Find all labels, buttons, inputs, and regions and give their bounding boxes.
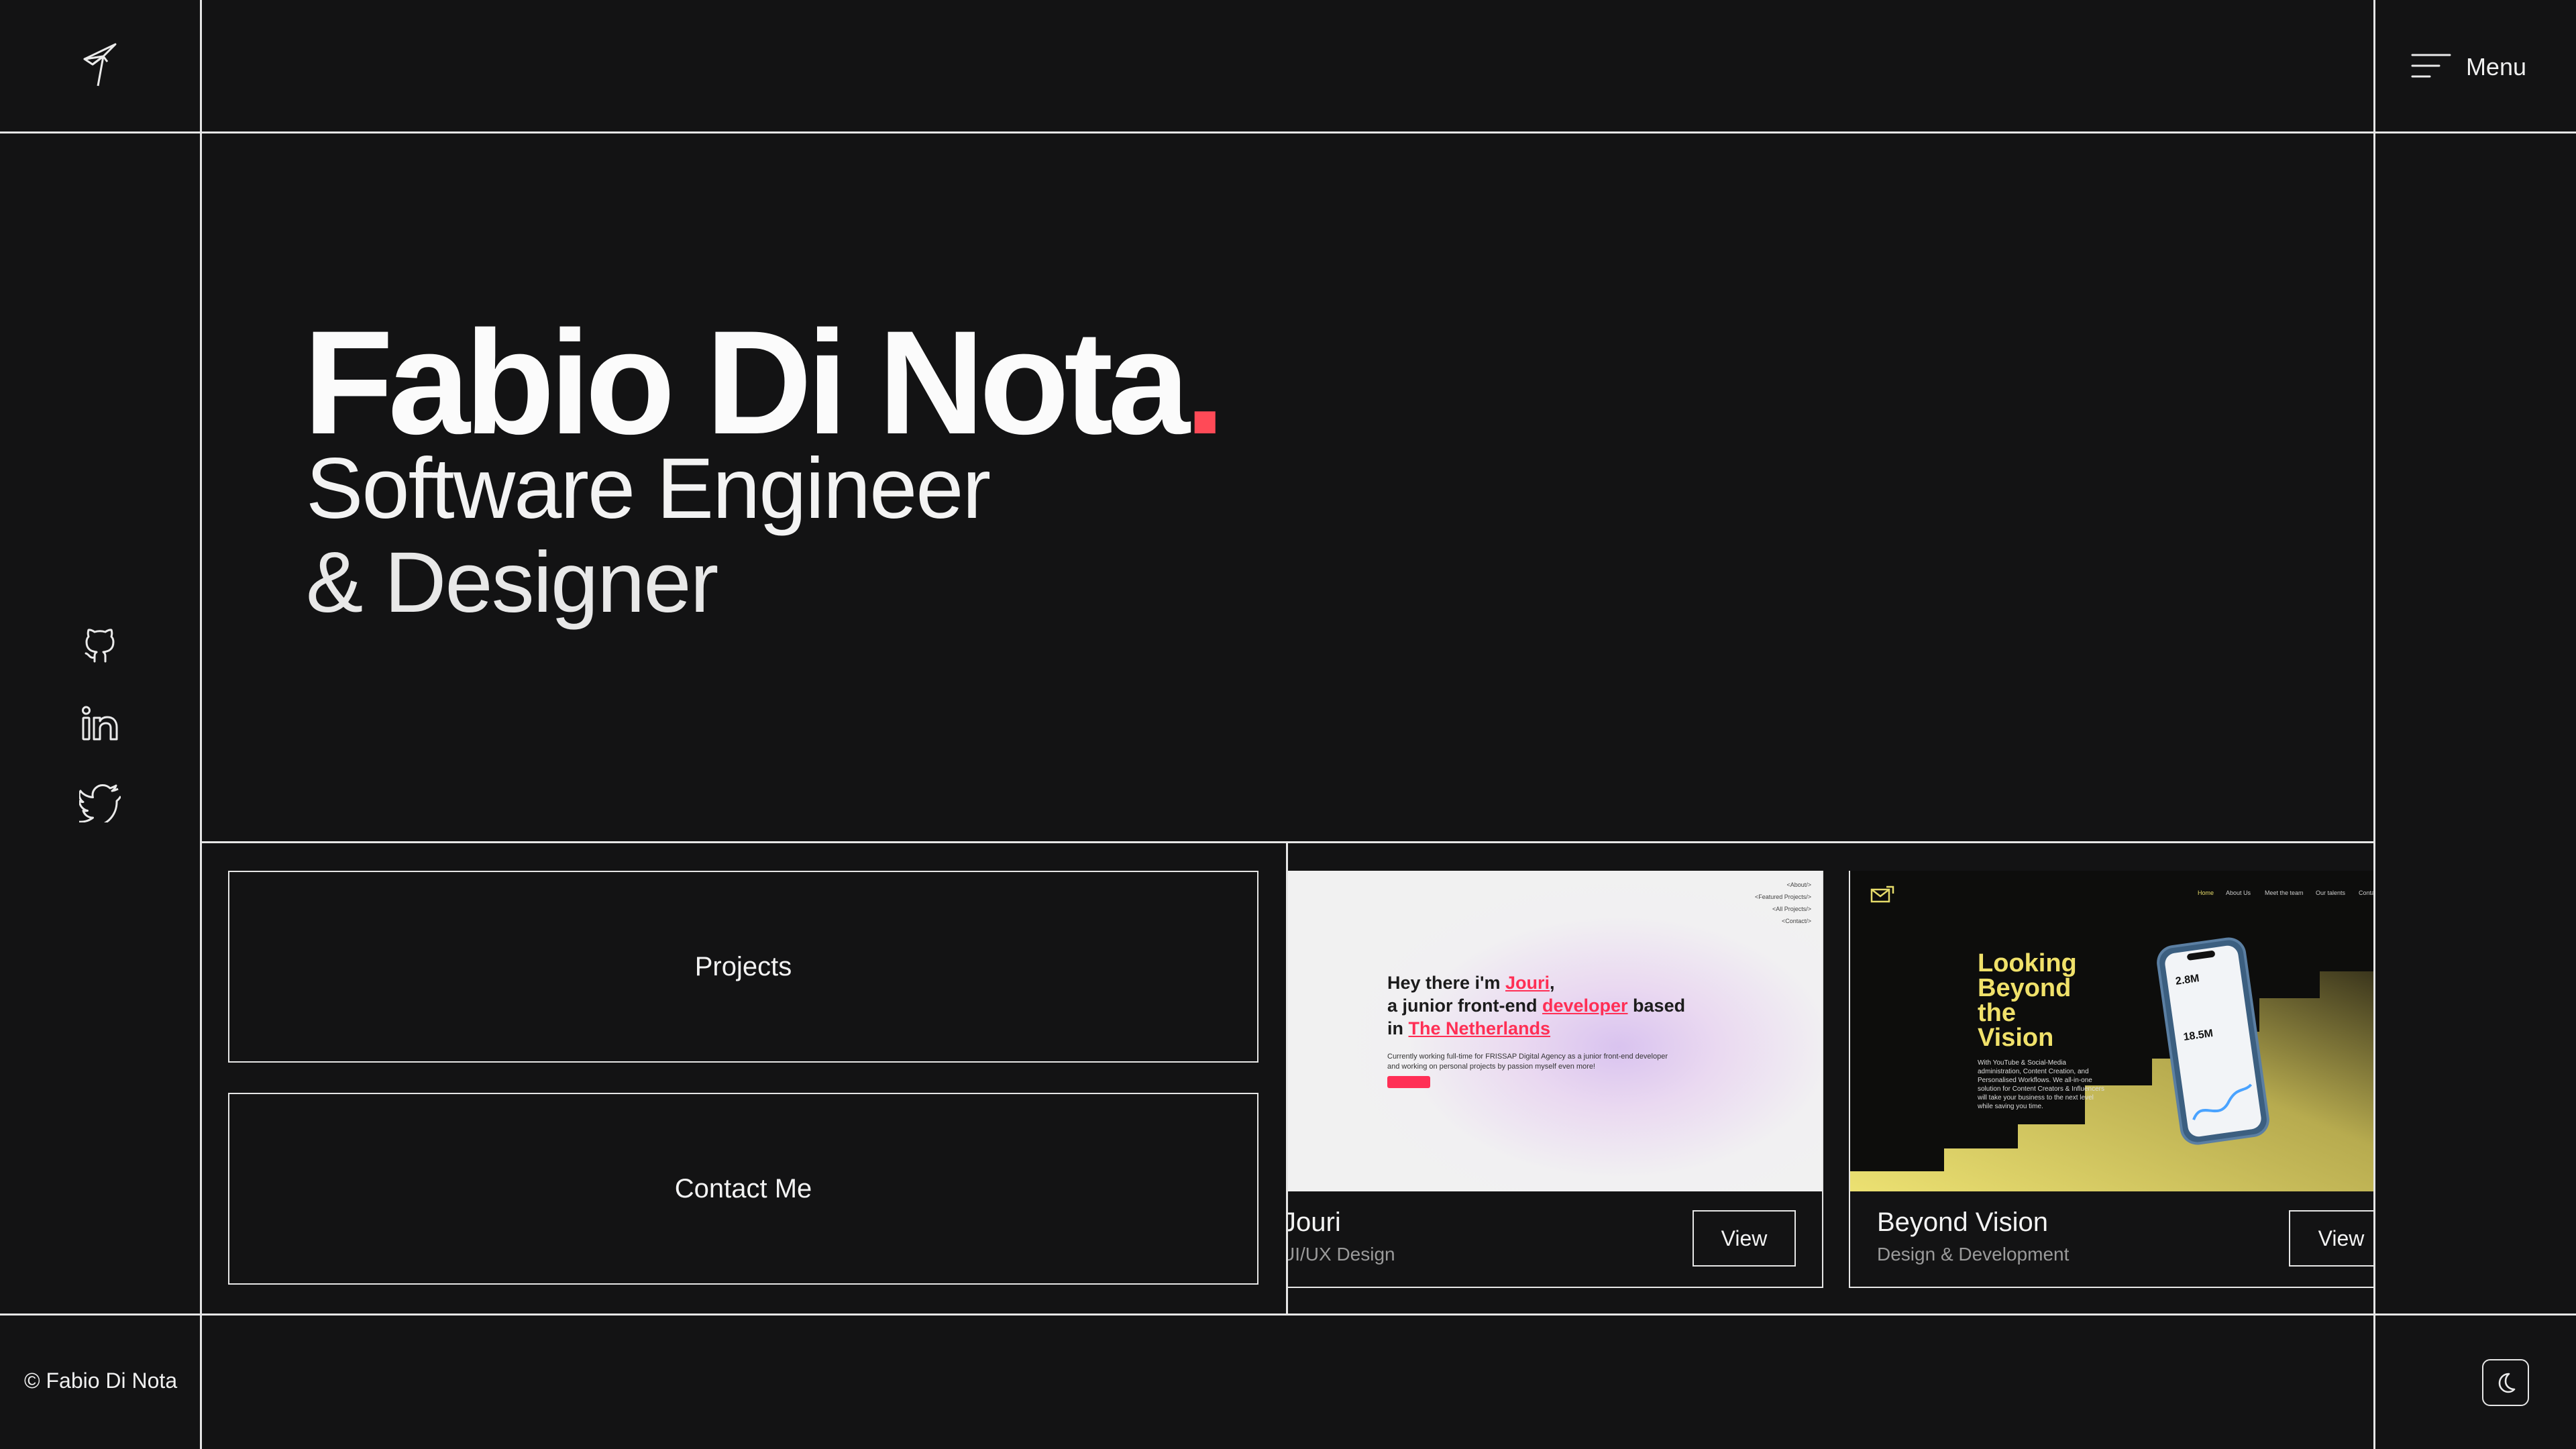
project-card-jouri[interactable]: <About/> <Featured Projects/> <All Proje… bbox=[1288, 871, 1823, 1288]
contact-button-label: Contact Me bbox=[674, 1173, 812, 1203]
preview-nav-item: <All Projects/> bbox=[1772, 906, 1811, 912]
preview-headline-part: The Netherlands bbox=[1408, 1018, 1551, 1038]
project-preview-beyond-vision: Home About Us Meet the team Our talents … bbox=[1850, 871, 2373, 1191]
project-subtitle: Design & Development bbox=[1877, 1244, 2070, 1265]
preview-nav-item: Our talents bbox=[2316, 890, 2346, 896]
projects-button-label: Projects bbox=[694, 951, 792, 981]
hamburger-icon bbox=[2411, 52, 2451, 83]
projects-button[interactable]: Projects bbox=[228, 871, 1258, 1063]
project-preview-jouri: <About/> <Featured Projects/> <All Proje… bbox=[1288, 871, 1822, 1191]
view-button[interactable]: View bbox=[2289, 1210, 2373, 1267]
preview-nav-item: Contact bbox=[2359, 890, 2373, 896]
preview-headline-part: in bbox=[1387, 1018, 1409, 1038]
project-subtitle: UI/UX Design bbox=[1288, 1244, 1395, 1265]
preview-headline-line: Beyond bbox=[1978, 974, 2072, 1002]
contact-button[interactable]: Contact Me bbox=[228, 1093, 1258, 1285]
preview-body: With YouTube & Social-Media administrati… bbox=[1978, 1059, 2104, 1110]
envelope-logo-icon bbox=[1870, 885, 1894, 903]
preview-nav-item: <About/> bbox=[1786, 881, 1811, 888]
phone-stat: 2.8M bbox=[2174, 973, 2200, 987]
view-button[interactable]: View bbox=[1693, 1210, 1796, 1267]
preview-nav-item: <Contact/> bbox=[1781, 918, 1811, 924]
project-title: Jouri bbox=[1288, 1208, 1341, 1237]
preview-body-line: Currently working full-time for FRISSAP … bbox=[1387, 1053, 1668, 1061]
grid-line-header bbox=[0, 131, 2576, 133]
preview-headline-part: a junior front-end bbox=[1387, 996, 1542, 1016]
preview-cta-pill bbox=[1387, 1076, 1430, 1088]
view-button-label: View bbox=[1721, 1226, 1768, 1250]
preview-headline-part: Hey there i'm bbox=[1387, 973, 1505, 993]
preview-headline-part: , bbox=[1550, 973, 1555, 993]
menu-button[interactable]: Menu bbox=[2411, 47, 2526, 87]
preview-headline: Hey there i'm Jouri, a junior front-end … bbox=[1387, 971, 1685, 1040]
preview-headline: Looking Beyond the Vision bbox=[1978, 951, 2077, 1051]
preview-headline-part: Jouri bbox=[1505, 973, 1550, 993]
grid-line-footer bbox=[0, 1313, 2576, 1316]
view-button-label: View bbox=[2318, 1226, 2365, 1250]
theme-toggle-button[interactable] bbox=[2482, 1359, 2529, 1406]
grid-line-right bbox=[2373, 0, 2375, 1449]
hero-role-line-2: & Designer bbox=[306, 535, 718, 631]
preview-nav-item: Meet the team bbox=[2265, 890, 2304, 896]
preview-body: Currently working full-time for FRISSAP … bbox=[1387, 1052, 1668, 1072]
twitter-icon[interactable] bbox=[78, 781, 122, 827]
logo-icon[interactable] bbox=[80, 42, 121, 90]
phone-stat: 18.5M bbox=[2182, 1027, 2214, 1044]
preview-headline-part: based bbox=[1627, 996, 1686, 1016]
grid-line-left bbox=[200, 0, 202, 1449]
moon-icon bbox=[2498, 1373, 2516, 1393]
project-title: Beyond Vision bbox=[1877, 1208, 2048, 1237]
menu-label: Menu bbox=[2465, 53, 2526, 80]
project-card-beyond-vision[interactable]: Home About Us Meet the team Our talents … bbox=[1849, 871, 2373, 1288]
preview-body-line: and working on personal projects by pass… bbox=[1387, 1063, 1595, 1071]
github-icon[interactable] bbox=[79, 624, 121, 665]
hero-name-dot: . bbox=[1184, 300, 1226, 465]
preview-nav-item: <Featured Projects/> bbox=[1754, 894, 1811, 900]
hero-name: Fabio Di Nota. bbox=[303, 309, 1226, 456]
preview-headline-line: the bbox=[1978, 999, 2016, 1027]
preview-headline-part: developer bbox=[1542, 996, 1628, 1016]
linkedin-icon[interactable] bbox=[79, 703, 121, 745]
preview-headline-line: Vision bbox=[1978, 1024, 2054, 1052]
preview-headline-line: Looking bbox=[1978, 949, 2077, 977]
preview-nav-item: Home bbox=[2198, 890, 2214, 896]
copyright-text: © Fabio Di Nota bbox=[24, 1368, 178, 1393]
hero-role-line-1: Software Engineer bbox=[306, 441, 991, 537]
preview-nav-item: About Us bbox=[2226, 890, 2251, 896]
